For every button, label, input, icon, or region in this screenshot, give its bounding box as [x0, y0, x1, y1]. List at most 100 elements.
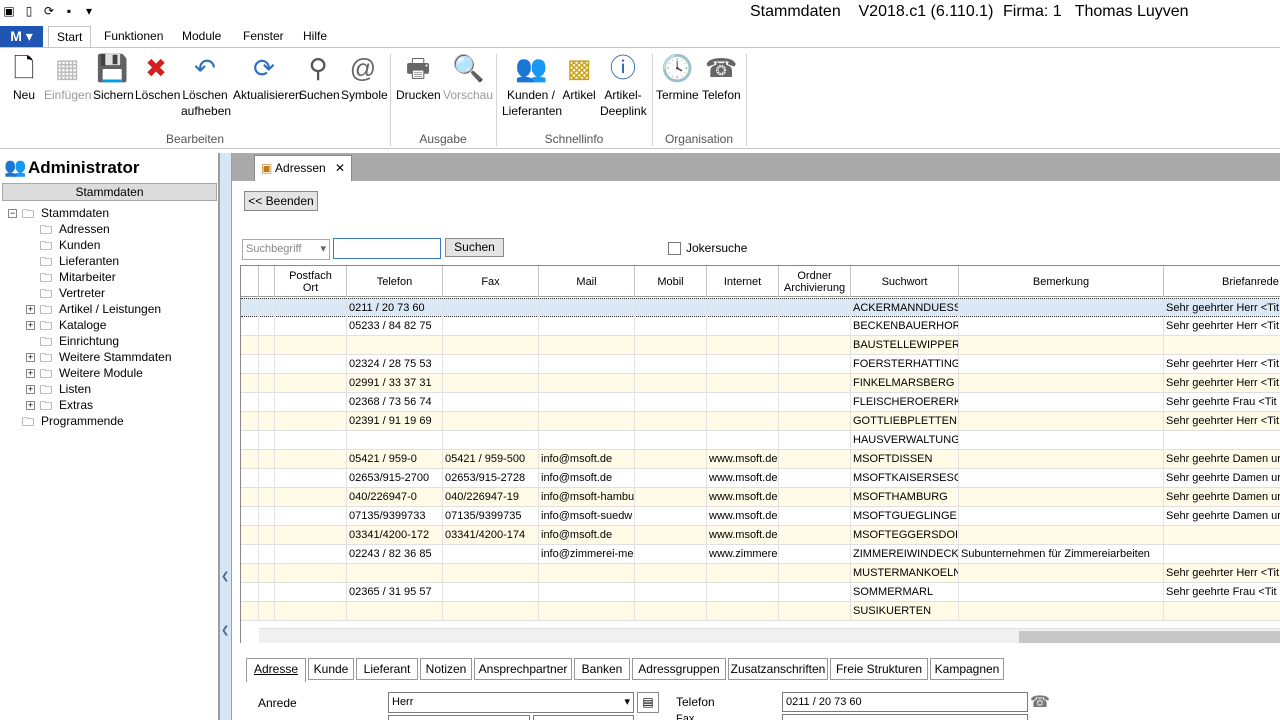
vorschau-button[interactable]: 🔍 Vorschau	[443, 52, 493, 103]
chevron-down-icon[interactable]: ▾	[624, 693, 630, 712]
tab-lieferant[interactable]: Lieferant	[356, 658, 418, 680]
tree-item-einrichtung[interactable]: 🗀 Einrichtung	[40, 333, 119, 349]
close-tab-icon[interactable]: ✕	[335, 156, 345, 180]
collapse-left-icon[interactable]: ❮	[221, 571, 229, 582]
row-selector[interactable]	[241, 431, 259, 450]
tab-adressen[interactable]: ▣ Adressen ✕	[254, 155, 352, 181]
tree-item-weitere-module[interactable]: + 🗀 Weitere Module	[26, 365, 143, 381]
drucken-button[interactable]: 🖶 Drucken	[396, 52, 441, 103]
tab-fenster[interactable]: Fenster	[235, 26, 292, 48]
chevron-down-icon[interactable]: ▾	[320, 240, 326, 259]
tab-hilfe[interactable]: Hilfe	[295, 26, 335, 48]
suchbegriff-select[interactable]: Suchbegriff ▾	[242, 239, 330, 260]
suchen-button[interactable]: ⚲ Suchen	[299, 52, 340, 103]
zusatz-field[interactable]	[533, 715, 634, 720]
expand-icon[interactable]: +	[26, 305, 35, 315]
jokersuche-checkbox[interactable]	[668, 242, 681, 255]
expand-icon[interactable]: +	[26, 321, 35, 331]
tree-item-programmende[interactable]: 🗀 Programmende	[22, 413, 124, 429]
loeschen-aufheben-button[interactable]: ↶ Löschen aufheben	[181, 52, 231, 119]
suchen-button[interactable]: Suchen	[445, 238, 504, 257]
table-row[interactable]: 02365 / 31 95 57 SOMMERMARL Sehr geehrte F…	[241, 583, 1280, 602]
symbole-button[interactable]: @ Symbole	[341, 52, 388, 103]
collapse-icon[interactable]: −	[8, 209, 17, 219]
tree-item-weitere-stammdaten[interactable]: + 🗀 Weitere Stammdaten	[26, 349, 172, 365]
tree-item-stammdaten[interactable]: − 🗀 Stammdaten	[8, 205, 109, 221]
column-header-postfach-ort[interactable]: Postfach Ort	[275, 266, 347, 297]
row-selector[interactable]	[241, 393, 259, 412]
table-row[interactable]: 05421 / 959-0 05421 / 959-500 info@msoft.d…	[241, 450, 1280, 469]
tree-item-kataloge[interactable]: + 🗀 Kataloge	[26, 317, 106, 333]
horizontal-scrollbar[interactable]	[259, 628, 1280, 643]
tab-ansprechpartner[interactable]: Ansprechpartner	[474, 658, 572, 680]
table-row[interactable]: SUSIKUERTEN	[241, 602, 1280, 621]
aktualisieren-button[interactable]: ⟳ Aktualisieren	[233, 52, 302, 103]
anrede-select[interactable]: Herr ▾	[388, 692, 634, 713]
column-header-internet[interactable]: Internet	[707, 266, 779, 297]
column-header-mail[interactable]: Mail	[539, 266, 635, 297]
table-row[interactable]: HAUSVERWALTUNG	[241, 431, 1280, 450]
refresh-icon[interactable]: ⟳	[40, 2, 58, 20]
row-selector[interactable]	[241, 602, 259, 621]
column-header-suchwort[interactable]: Suchwort	[851, 266, 959, 297]
scrollbar-thumb[interactable]	[1019, 631, 1280, 643]
app-menu-button[interactable]: M ▾	[0, 26, 43, 47]
kunden-lieferanten-button[interactable]: 👥 Kunden / Lieferanten	[502, 52, 562, 119]
row-selector[interactable]	[241, 450, 259, 469]
row-selector[interactable]	[241, 564, 259, 583]
tab-banken[interactable]: Banken	[574, 658, 630, 680]
search-input[interactable]	[333, 238, 441, 259]
column-header-ordner-archivierung[interactable]: Ordner Archivierung	[779, 266, 851, 297]
table-row[interactable]: 02324 / 28 75 53 FOERSTERHATTING Sehr geeh…	[241, 355, 1280, 374]
row-selector[interactable]	[241, 545, 259, 564]
expand-icon[interactable]: +	[26, 353, 35, 363]
row-selector[interactable]	[241, 488, 259, 507]
table-row[interactable]: 040/226947-0 040/226947-19 info@msoft-hamb…	[241, 488, 1280, 507]
tab-adresse[interactable]: Adresse	[246, 658, 306, 682]
tab-module[interactable]: Module	[174, 26, 229, 48]
tree-item-lieferanten[interactable]: 🗀 Lieferanten	[40, 253, 119, 269]
beenden-button[interactable]: << Beenden	[244, 191, 318, 211]
row-selector[interactable]	[241, 526, 259, 545]
table-row[interactable]: 02391 / 91 19 69 GOTTLIEBPLETTEN Sehr geeh…	[241, 412, 1280, 431]
tree-item-artikel-leistungen[interactable]: + 🗀 Artikel / Leistungen	[26, 301, 161, 317]
row-selector[interactable]	[241, 412, 259, 431]
einfuegen-button[interactable]: ▦ Einfügen	[44, 52, 91, 103]
row-selector[interactable]	[241, 317, 259, 336]
pane-splitter[interactable]: ❮ ❮	[219, 153, 232, 720]
telephone-dial-icon[interactable]: ☎	[1030, 692, 1052, 712]
expand-icon[interactable]: +	[26, 369, 35, 379]
collapse-left-icon[interactable]: ❮	[221, 625, 229, 636]
tree-item-kunden[interactable]: 🗀 Kunden	[40, 237, 100, 253]
titel-field[interactable]	[388, 715, 530, 720]
new-doc-icon[interactable]: ▯	[20, 2, 38, 20]
column-header[interactable]	[259, 266, 275, 297]
table-row[interactable]: 02368 / 73 56 74 FLEISCHEROERERK Sehr geeh…	[241, 393, 1280, 412]
telefon-button[interactable]: ☎ Telefon	[702, 52, 741, 103]
table-row[interactable]: 0211 / 20 73 60 ACKERMANNDUESS Sehr geehrt…	[241, 298, 1280, 318]
row-selector[interactable]	[241, 374, 259, 393]
table-row[interactable]: 02991 / 33 37 31 FINKELMARSBERG Sehr geehr…	[241, 374, 1280, 393]
column-header-mobil[interactable]: Mobil	[635, 266, 707, 297]
tab-funktionen[interactable]: Funktionen	[96, 26, 171, 48]
tab-start[interactable]: Start	[48, 26, 92, 48]
tab-zusatzanschriften[interactable]: Zusatzanschriften	[728, 658, 828, 680]
tab-kunde[interactable]: Kunde	[308, 658, 354, 680]
row-selector[interactable]	[241, 583, 259, 602]
tree-item-vertreter[interactable]: 🗀 Vertreter	[40, 285, 105, 301]
expand-icon[interactable]: +	[26, 385, 35, 395]
column-header-fax[interactable]: Fax	[443, 266, 539, 297]
section-header[interactable]: Stammdaten	[2, 183, 217, 201]
neu-button[interactable]: 🗋 Neu	[8, 52, 40, 103]
row-selector[interactable]	[241, 507, 259, 526]
tab-adressgruppen[interactable]: Adressgruppen	[632, 658, 726, 680]
table-row[interactable]: BAUSTELLEWIPPER	[241, 336, 1280, 355]
table-row[interactable]: 02243 / 82 36 85 info@zimmerei-me www.zimm…	[241, 545, 1280, 564]
termine-button[interactable]: 🕓 Termine	[656, 52, 699, 103]
artikel-button[interactable]: ▩ Artikel	[562, 52, 596, 103]
loeschen-button[interactable]: ✖ Löschen	[135, 52, 180, 103]
row-selector[interactable]	[241, 355, 259, 374]
tree-item-adressen[interactable]: 🗀 Adressen	[40, 221, 110, 237]
save-icon[interactable]: ▪	[60, 2, 78, 20]
tab-kampagnen[interactable]: Kampagnen	[930, 658, 1004, 680]
